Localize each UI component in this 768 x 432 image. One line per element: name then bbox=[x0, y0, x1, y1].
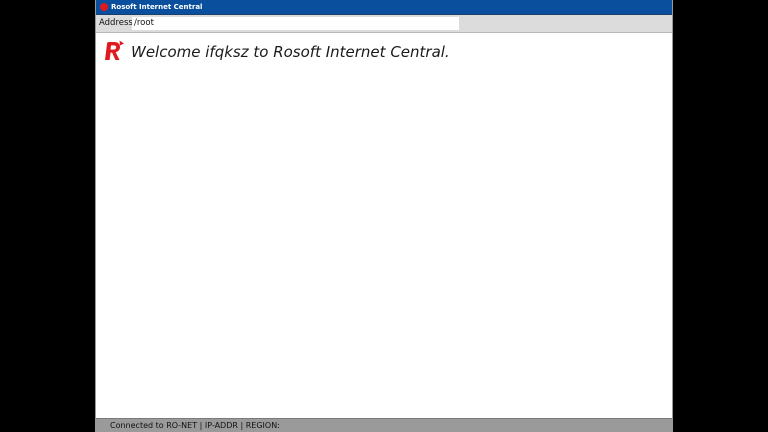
address-label: Address: bbox=[99, 18, 136, 28]
rosoft-logo-icon bbox=[100, 3, 108, 11]
rosoft-r-logo-icon bbox=[105, 40, 124, 60]
window-title: Rosoft Internet Central bbox=[111, 3, 203, 11]
title-bar[interactable]: Rosoft Internet Central bbox=[96, 0, 672, 15]
address-bar: Address: bbox=[96, 15, 672, 33]
welcome-message: Welcome ifqksz to Rosoft Internet Centra… bbox=[131, 43, 450, 61]
browser-window: Rosoft Internet Central Address: Welcome… bbox=[95, 0, 673, 432]
page-content: Welcome ifqksz to Rosoft Internet Centra… bbox=[96, 33, 672, 418]
address-input[interactable] bbox=[132, 17, 459, 30]
status-bar: Connected to RO-NET | IP-ADDR | REGION: bbox=[96, 418, 672, 432]
connection-status: Connected to RO-NET | IP-ADDR | REGION: bbox=[110, 421, 280, 430]
